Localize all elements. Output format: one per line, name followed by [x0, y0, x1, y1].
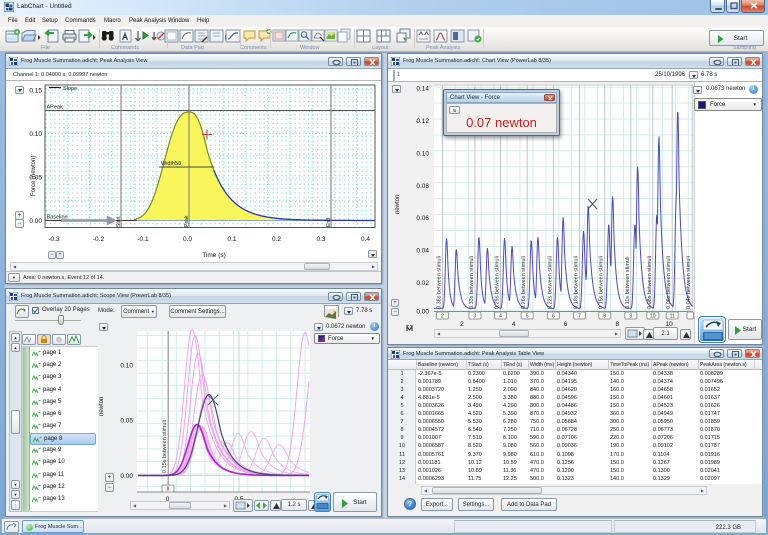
svg-text:Width50: Width50 — [161, 161, 181, 167]
svg-text:0.18s between stimuli: 0.18s between stimuli — [574, 256, 580, 309]
svg-text:6: 6 — [564, 321, 568, 328]
svg-text:0.00: 0.00 — [120, 473, 133, 480]
svg-text:2: 2 — [441, 314, 444, 320]
svg-text:6: 6 — [552, 314, 555, 320]
svg-text:9: 9 — [629, 314, 632, 320]
svg-text:0.38s between stimuli: 0.38s between stimuli — [437, 256, 443, 309]
svg-text:0.4: 0.4 — [361, 236, 370, 243]
svg-text:0.3: 0.3 — [316, 236, 325, 243]
svg-text:0.10: 0.10 — [120, 363, 133, 370]
svg-text:0.10: 0.10 — [29, 131, 42, 138]
svg-text:3: 3 — [474, 314, 477, 320]
svg-text:0.05: 0.05 — [120, 418, 133, 425]
svg-text:newton: newton — [395, 195, 401, 214]
svg-text:0.0: 0.0 — [183, 236, 192, 243]
svg-text:4: 4 — [512, 321, 516, 328]
svg-text:8: 8 — [167, 487, 170, 493]
svg-text:0.22s between stimuli: 0.22s between stimuli — [547, 256, 553, 309]
svg-text:0.1: 0.1 — [227, 236, 236, 243]
svg-text:APeak: APeak — [47, 105, 63, 111]
svg-text:-0.2: -0.2 — [93, 236, 105, 243]
svg-text:Slope: Slope — [63, 86, 77, 92]
svg-text:0.2: 0.2 — [272, 236, 281, 243]
svg-text:0.33s between stimuli: 0.33s between stimuli — [469, 256, 475, 309]
svg-text:5: 5 — [526, 314, 529, 320]
svg-text:0.04s between stimuli: 0.04s between stimuli — [686, 256, 692, 309]
svg-text:Peak: Peak — [184, 215, 190, 227]
svg-text:10: 10 — [650, 314, 656, 320]
svg-text:11: 11 — [670, 314, 675, 320]
svg-text:2: 2 — [460, 321, 464, 328]
svg-text:0.00: 0.00 — [416, 309, 429, 316]
svg-text:0.29s between stimuli: 0.29s between stimuli — [495, 256, 501, 309]
svg-text:Time (s): Time (s) — [202, 252, 226, 259]
svg-text:8: 8 — [615, 321, 619, 328]
svg-text:-0.1: -0.1 — [137, 236, 149, 243]
svg-text:0.12: 0.12 — [416, 118, 429, 125]
svg-text:0.15: 0.15 — [29, 88, 42, 95]
svg-text:0.06s between stimuli: 0.06s between stimuli — [666, 256, 672, 309]
svg-text:0.08: 0.08 — [416, 183, 429, 190]
svg-text:7: 7 — [578, 314, 581, 320]
svg-text:Baseline: Baseline — [47, 215, 68, 221]
svg-text:End: End — [326, 218, 332, 227]
svg-text:Force (newton): Force (newton) — [31, 156, 37, 196]
svg-text:0.14: 0.14 — [416, 86, 429, 93]
svg-text:8: 8 — [603, 314, 606, 320]
svg-text:Start: Start — [116, 216, 122, 227]
svg-text:0.15s between stimuli: 0.15s between stimuli — [599, 256, 605, 309]
svg-text:0.04: 0.04 — [416, 248, 429, 255]
svg-text:4: 4 — [499, 314, 502, 320]
svg-text:0.08s between stimuli: 0.08s between stimuli — [647, 256, 653, 309]
svg-text:0.06: 0.06 — [416, 215, 429, 222]
svg-text:0.15s between stimuli: 0.15s between stimuli — [162, 420, 168, 473]
svg-text:0.00: 0.00 — [29, 218, 42, 225]
svg-text:0.02: 0.02 — [416, 280, 429, 287]
svg-text:0.26s between stimuli: 0.26s between stimuli — [521, 256, 527, 309]
svg-text:newton: newton — [99, 397, 105, 416]
svg-text:-0.3: -0.3 — [48, 236, 60, 243]
svg-text:0.11s between stimuli: 0.11s between stimuli — [625, 257, 631, 309]
svg-text:0.10: 0.10 — [416, 151, 429, 158]
